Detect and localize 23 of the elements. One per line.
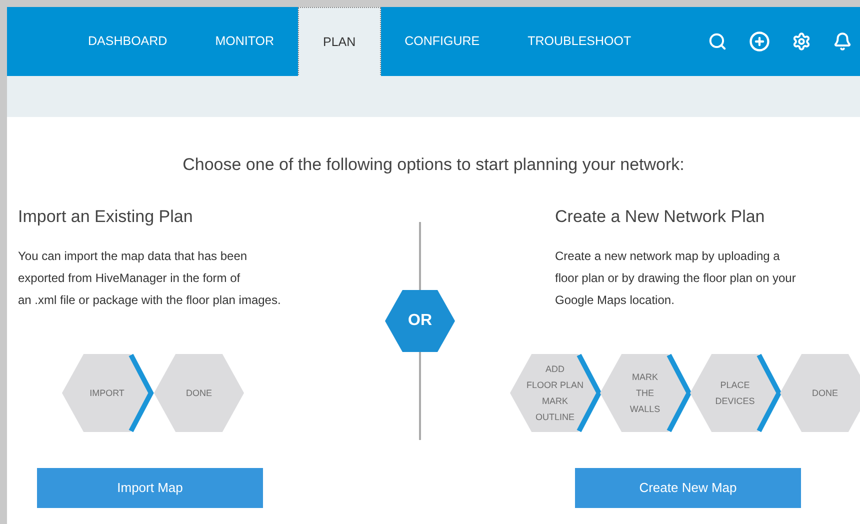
nav-tab[interactable]: PLAN [298, 7, 381, 77]
nav-tab[interactable]: TROUBLESHOOT [504, 7, 656, 76]
step-label: PLACE DEVICES [715, 379, 755, 408]
option-description: Create a new network map by uploading a floor plan or by drawing the floor plan on your Google Maps location. [555, 248, 797, 309]
bell-icon[interactable] [833, 32, 852, 51]
or-badge: OR [385, 290, 455, 352]
option-button[interactable]: Create New Map [575, 468, 801, 508]
nav-tab[interactable]: DASHBOARD [64, 7, 192, 76]
step-label: IMPORT [90, 387, 124, 400]
option-description: You can import the map data that has been exported from HiveManager in the form of an .xml file or package with the floor plan images. [18, 248, 282, 309]
step-label: DONE [812, 387, 838, 400]
nav-tab[interactable]: CONFIGURE [380, 7, 504, 76]
nav-tab[interactable]: MONITOR [191, 7, 298, 76]
step-label: ADD FLOOR PLAN MARK OUTLINE [526, 363, 584, 424]
step-label: MARK THE WALLS [630, 371, 660, 416]
add-icon[interactable] [749, 31, 770, 52]
page-title: Choose one of the following options to start planning your network: [182, 154, 684, 176]
option-button[interactable]: Import Map [37, 468, 263, 508]
step-label: DONE [186, 387, 212, 400]
search-icon[interactable] [708, 32, 727, 51]
option-heading: Import an Existing Plan [18, 206, 194, 228]
settings-icon[interactable] [792, 32, 811, 51]
option-heading: Create a New Network Plan [555, 206, 766, 228]
